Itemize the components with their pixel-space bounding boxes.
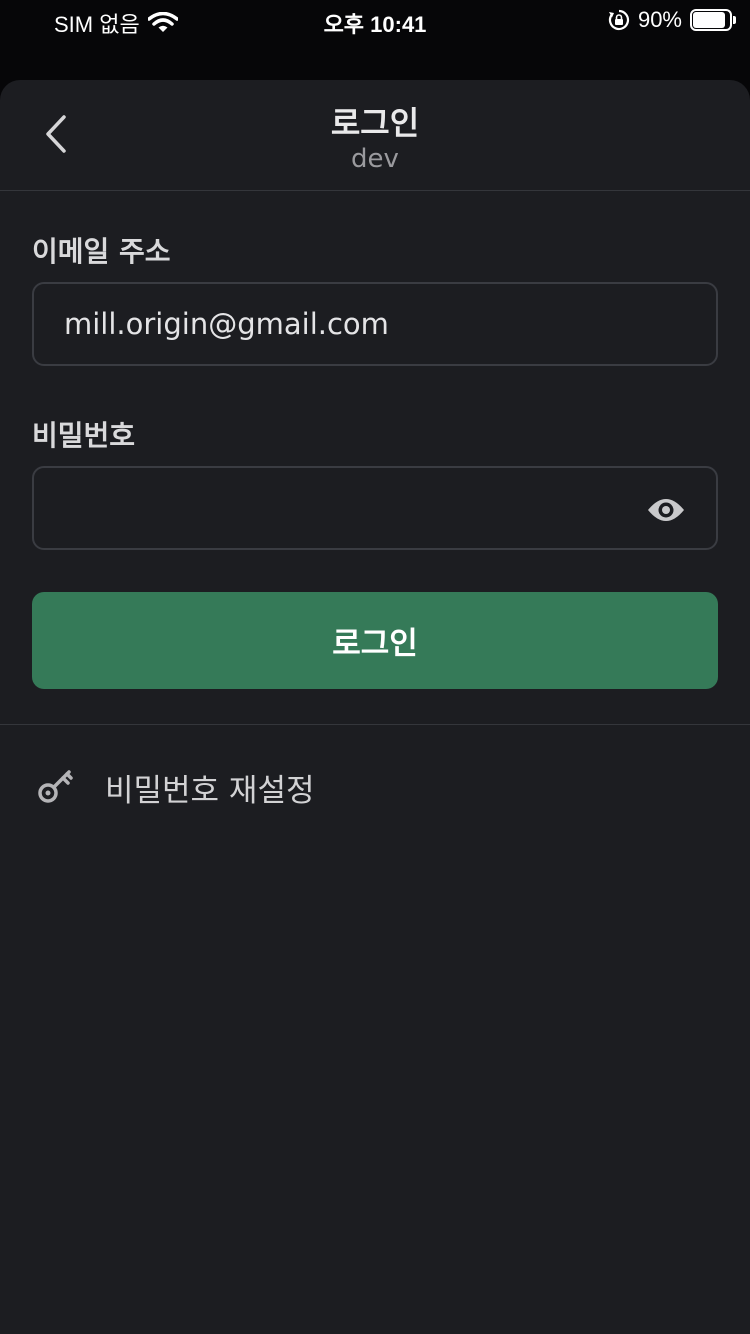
battery-percent: 90% — [637, 7, 682, 32]
password-label: 비밀번호 — [32, 419, 136, 452]
email-field[interactable] — [34, 284, 716, 364]
lock-rotation-icon — [608, 9, 630, 31]
battery-icon — [690, 9, 736, 31]
email-field-box — [32, 282, 718, 366]
page-subtitle: dev — [351, 144, 399, 174]
status-right: 90% — [608, 7, 736, 33]
page-title: 로그인 — [330, 104, 420, 142]
section-divider — [0, 724, 750, 725]
password-field[interactable] — [34, 468, 716, 548]
password-field-box — [32, 466, 718, 550]
battery-fill — [693, 12, 725, 28]
eye-icon — [648, 499, 684, 521]
password-visibility-toggle[interactable] — [646, 490, 686, 530]
nav-header: 로그인 dev — [0, 80, 750, 191]
email-label: 이메일 주소 — [32, 235, 171, 268]
reset-password-link[interactable]: 비밀번호 재설정 — [0, 738, 750, 834]
login-sheet: 로그인 dev 이메일 주소 비밀번호 로그인 비밀번호 재설정 — [0, 80, 750, 1334]
login-button[interactable]: 로그인 — [32, 592, 718, 689]
reset-password-label: 비밀번호 재설정 — [105, 773, 315, 809]
key-icon — [38, 770, 73, 803]
status-bar: SIM 없음 오후 10:41 90% — [0, 0, 750, 40]
